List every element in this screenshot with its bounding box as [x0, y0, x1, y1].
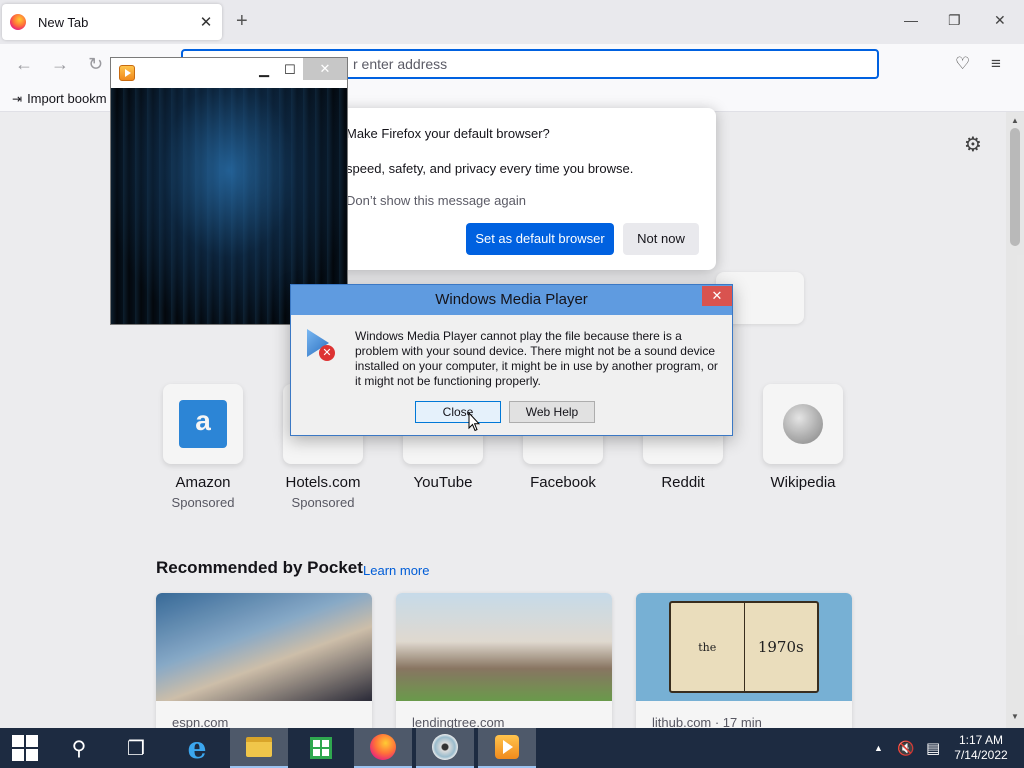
new-tab-button[interactable]: + [236, 10, 248, 33]
back-button[interactable]: ← [15, 54, 33, 75]
error-dialog-titlebar[interactable]: Windows Media Player ✕ [291, 285, 732, 315]
default-browser-dialog: Make Firefox your default browser? speed… [326, 108, 716, 270]
task-view-icon: ❐ [127, 737, 145, 760]
notifications-icon[interactable]: ▤ [926, 728, 940, 768]
volume-muted-icon[interactable]: 🔇 [897, 728, 914, 768]
clock-date: 7/14/2022 [954, 748, 1008, 762]
web-help-button[interactable]: Web Help [509, 401, 595, 423]
firefox-favicon-icon [10, 14, 26, 30]
default-browser-title: Make Firefox your default browser? [346, 126, 550, 141]
error-message: Windows Media Player cannot play the fil… [355, 329, 718, 388]
clock-time: 1:17 AM [958, 733, 1004, 747]
media-player-close-button[interactable]: ✕ [303, 58, 347, 80]
firefox-icon [370, 734, 396, 760]
dont-show-checkbox-label[interactable]: Don’t show this message again [346, 193, 526, 208]
media-player-icon [495, 735, 519, 759]
start-button[interactable] [0, 728, 50, 768]
cd-disc-icon [432, 734, 458, 760]
system-clock[interactable]: 1:17 AM 7/14/2022 [950, 733, 1012, 763]
pocket-icon[interactable]: ♡ [955, 54, 970, 74]
taskbar-media-player[interactable] [478, 728, 536, 768]
media-player-titlebar[interactable]: ▁ ☐ ✕ [111, 58, 347, 88]
error-x-icon: ✕ [319, 345, 335, 361]
media-error-icon: ✕ [307, 329, 335, 361]
folder-icon [246, 737, 272, 757]
wmp-error-dialog: Windows Media Player ✕ ✕ Windows Media P… [290, 284, 733, 436]
import-bookmarks-label: Import bookm [27, 91, 107, 106]
menu-icon[interactable]: ≡ [991, 54, 1001, 74]
media-player-maximize-button[interactable]: ☐ [284, 62, 296, 78]
close-window-button[interactable]: ✕ [994, 12, 1006, 29]
taskbar-file-explorer[interactable] [230, 728, 288, 768]
mouse-cursor-icon [468, 412, 480, 432]
error-dialog-close-button[interactable]: ✕ [702, 286, 732, 306]
search-button[interactable]: ⚲ [52, 728, 106, 768]
close-button[interactable]: Close [415, 401, 501, 423]
tab-close-icon[interactable]: ✕ [198, 13, 214, 31]
error-dialog-title: Windows Media Player [435, 291, 588, 308]
taskbar-store[interactable] [292, 728, 350, 768]
tray-overflow-chevron-icon[interactable]: ▲ [874, 728, 883, 768]
taskbar-internet-explorer[interactable]: e [168, 728, 226, 768]
taskbar-firefox[interactable] [354, 728, 412, 768]
internet-explorer-icon: e [187, 730, 207, 766]
store-icon [310, 737, 332, 759]
forward-button[interactable]: → [51, 54, 69, 75]
error-dialog-body: ✕ Windows Media Player cannot play the f… [291, 315, 732, 435]
restore-window-button[interactable]: ❐ [948, 12, 961, 29]
media-player-app-icon [119, 65, 135, 81]
taskbar: ⚲ ❐ e ▲ 🔇 ▤ 1:17 AM 7/14/2022 [0, 728, 1024, 768]
task-view-button[interactable]: ❐ [108, 728, 164, 768]
taskbar-cd-player[interactable] [416, 728, 474, 768]
import-bookmarks-button[interactable]: ⇥ Import bookm [12, 91, 107, 106]
tab-title: New Tab [38, 14, 89, 30]
tab-bar: New Tab ✕ + — ❐ ✕ [0, 0, 1024, 44]
media-player-minimize-button[interactable]: ▁ [259, 62, 269, 78]
minimize-window-button[interactable]: — [904, 12, 918, 28]
search-icon: ⚲ [71, 737, 87, 760]
import-icon: ⇥ [12, 92, 23, 106]
set-default-browser-button[interactable]: Set as default browser [466, 223, 614, 255]
windows-logo-icon [12, 735, 38, 761]
tab-new-tab[interactable]: New Tab ✕ [2, 4, 222, 40]
not-now-button[interactable]: Not now [623, 223, 699, 255]
default-browser-body: speed, safety, and privacy every time yo… [346, 161, 634, 176]
reload-button[interactable]: ↻ [88, 54, 103, 75]
